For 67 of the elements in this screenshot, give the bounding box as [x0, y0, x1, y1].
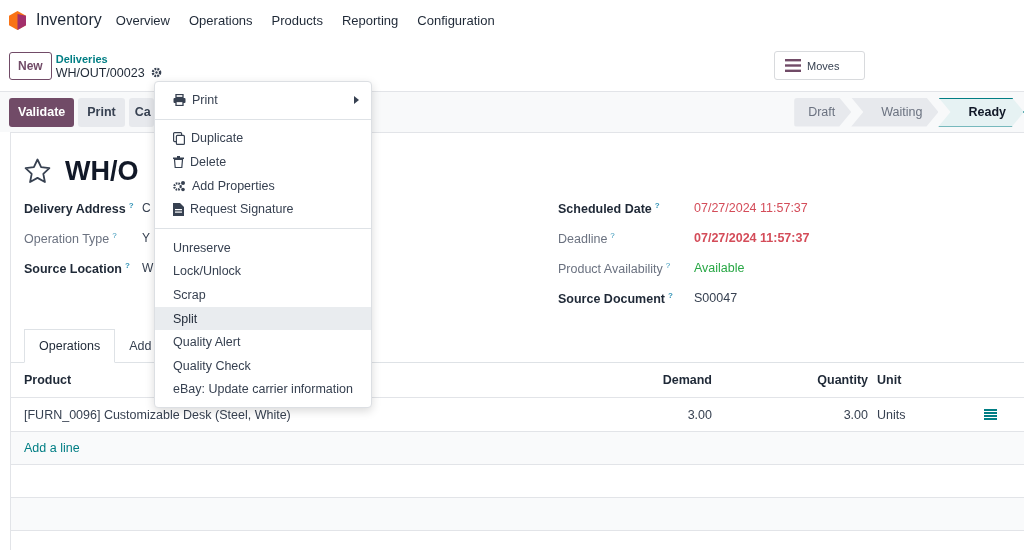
menu-item[interactable]: Delete	[155, 150, 371, 174]
logo-icon[interactable]	[9, 10, 26, 30]
action-button[interactable]: Validate	[9, 97, 75, 127]
help-icon[interactable]: ?	[124, 261, 130, 270]
nav-menu-item[interactable]: Products	[271, 12, 323, 28]
field-value[interactable]: Y	[142, 231, 150, 245]
copy-icon	[173, 131, 185, 145]
menu-item[interactable]: Duplicate	[155, 126, 371, 151]
status-stage[interactable]: Draft	[794, 97, 852, 127]
help-icon[interactable]: ?	[665, 261, 671, 270]
menu-item[interactable]: Unreserve	[155, 235, 371, 260]
table-cell-text: 3.00	[686, 407, 712, 422]
record-name: WH/OUT/00023	[55, 65, 145, 80]
menu-item[interactable]: Request Signature	[155, 197, 371, 221]
printer-icon	[173, 93, 186, 106]
status-stage[interactable]: Waiting	[851, 97, 939, 127]
menu-item[interactable]: Print	[155, 88, 371, 112]
nav-menu-item[interactable]: Configuration	[417, 12, 495, 28]
nav-menu-item[interactable]: Operations	[189, 12, 253, 28]
star-icon[interactable]	[24, 158, 51, 184]
trash-icon	[173, 156, 184, 168]
breadcrumb-link[interactable]: Deliveries	[55, 51, 162, 66]
menu-item[interactable]: Add Properties	[155, 173, 371, 198]
status-stage[interactable]: Ready	[938, 97, 1024, 127]
menu-item[interactable]: Scrap	[155, 283, 371, 307]
field-label: Operation Type $^{?}$	[24, 231, 118, 247]
column-header[interactable]: Demand	[564, 373, 712, 387]
submenu-caret-icon	[354, 95, 359, 104]
action-button[interactable]: Print	[78, 97, 125, 127]
menu-icon	[785, 59, 801, 72]
tab[interactable]: Operations	[24, 329, 116, 363]
new-button[interactable]: New	[9, 51, 52, 80]
record-title: WH/O	[65, 155, 139, 187]
document-icon	[173, 202, 184, 216]
field-value[interactable]: 07/27/2024 11:57:37	[694, 201, 808, 215]
moves-button[interactable]: Moves	[774, 51, 865, 80]
field-value[interactable]: C	[142, 201, 151, 215]
field-label: Source Document $^{?}$	[558, 291, 674, 307]
details-list-icon[interactable]	[984, 409, 997, 420]
app-name[interactable]: Inventory	[36, 11, 102, 29]
nav-menu-item[interactable]: Overview	[115, 12, 170, 28]
table-cell-text: [FURN_0096] Customizable Desk (Steel, White)	[24, 407, 292, 422]
help-icon[interactable]: ?	[610, 231, 615, 240]
help-icon[interactable]: ?	[667, 291, 673, 300]
field-label: Product Availability $^{?}$	[558, 261, 672, 277]
table-cell-text: Units	[876, 407, 907, 422]
table-cell-text: 3.00	[842, 407, 868, 422]
help-icon[interactable]: ?	[128, 201, 134, 210]
menu-item[interactable]: eBay: Update carrier information	[155, 377, 371, 402]
field-label: Deadline $^{?}$	[558, 231, 616, 247]
menu-item[interactable]: Split	[155, 306, 371, 331]
field-label: Delivery Address $^{?}$	[24, 201, 135, 217]
field-value[interactable]: S00047	[694, 291, 738, 305]
field-value[interactable]: W	[142, 261, 154, 275]
column-header[interactable]: Quantity	[712, 373, 868, 387]
field-label: Source Location $^{?}$	[24, 261, 131, 277]
field-value[interactable]: 07/27/2024 11:57:37	[694, 231, 810, 245]
gear-icon[interactable]	[150, 67, 162, 78]
add-line-link[interactable]: Add a line	[24, 441, 80, 455]
help-icon[interactable]: ?	[654, 201, 660, 210]
action-button[interactable]: Ca	[128, 97, 154, 127]
column-header[interactable]: Unit	[868, 373, 984, 387]
menu-item[interactable]: Lock/Unlock	[155, 259, 371, 284]
nav-menu-item[interactable]: Reporting	[341, 12, 399, 28]
help-icon[interactable]: ?	[112, 231, 117, 240]
gears-icon	[173, 179, 186, 192]
field-label: Scheduled Date $^{?}$	[558, 201, 661, 217]
